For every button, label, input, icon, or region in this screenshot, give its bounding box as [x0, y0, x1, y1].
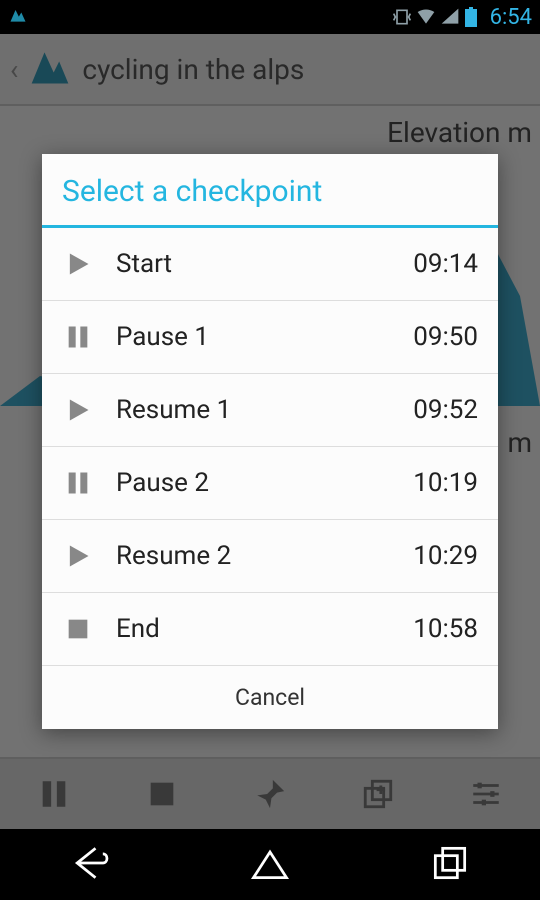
stop-icon — [62, 613, 94, 645]
pause-icon — [62, 467, 94, 499]
system-nav-bar — [0, 829, 540, 900]
nav-home-button[interactable] — [248, 841, 292, 889]
wifi-icon — [416, 7, 436, 27]
play-icon — [62, 394, 94, 426]
play-icon — [62, 540, 94, 572]
checkpoint-time: 09:50 — [413, 322, 478, 352]
checkpoint-item[interactable]: Pause 109:50 — [42, 301, 498, 374]
checkpoint-time: 09:52 — [413, 395, 478, 425]
nav-back-button[interactable] — [68, 841, 112, 889]
checkpoint-item[interactable]: End10:58 — [42, 593, 498, 666]
status-bar: 6:54 — [0, 0, 540, 34]
status-time: 6:54 — [490, 5, 532, 30]
checkpoint-time: 10:58 — [413, 614, 478, 644]
checkpoint-list: Start09:14Pause 109:50Resume 109:52Pause… — [42, 228, 498, 666]
checkpoint-time: 09:14 — [413, 249, 478, 279]
checkpoint-time: 10:19 — [413, 468, 478, 498]
checkpoint-item[interactable]: Start09:14 — [42, 228, 498, 301]
battery-icon — [464, 7, 478, 27]
checkpoint-label: Pause 1 — [116, 322, 413, 352]
app-small-icon — [8, 5, 28, 30]
checkpoint-label: End — [116, 614, 413, 644]
checkpoint-label: Resume 2 — [116, 541, 413, 571]
pause-icon — [62, 321, 94, 353]
signal-icon — [440, 7, 460, 27]
vibrate-icon — [392, 7, 412, 27]
checkpoint-dialog: Select a checkpoint Start09:14Pause 109:… — [42, 154, 498, 729]
checkpoint-label: Resume 1 — [116, 395, 413, 425]
dialog-cancel-button[interactable]: Cancel — [42, 666, 498, 729]
nav-recent-button[interactable] — [428, 841, 472, 889]
dialog-title: Select a checkpoint — [42, 154, 498, 228]
checkpoint-item[interactable]: Pause 210:19 — [42, 447, 498, 520]
checkpoint-time: 10:29 — [413, 541, 478, 571]
checkpoint-label: Start — [116, 249, 413, 279]
checkpoint-item[interactable]: Resume 210:29 — [42, 520, 498, 593]
checkpoint-item[interactable]: Resume 109:52 — [42, 374, 498, 447]
play-icon — [62, 248, 94, 280]
checkpoint-label: Pause 2 — [116, 468, 413, 498]
